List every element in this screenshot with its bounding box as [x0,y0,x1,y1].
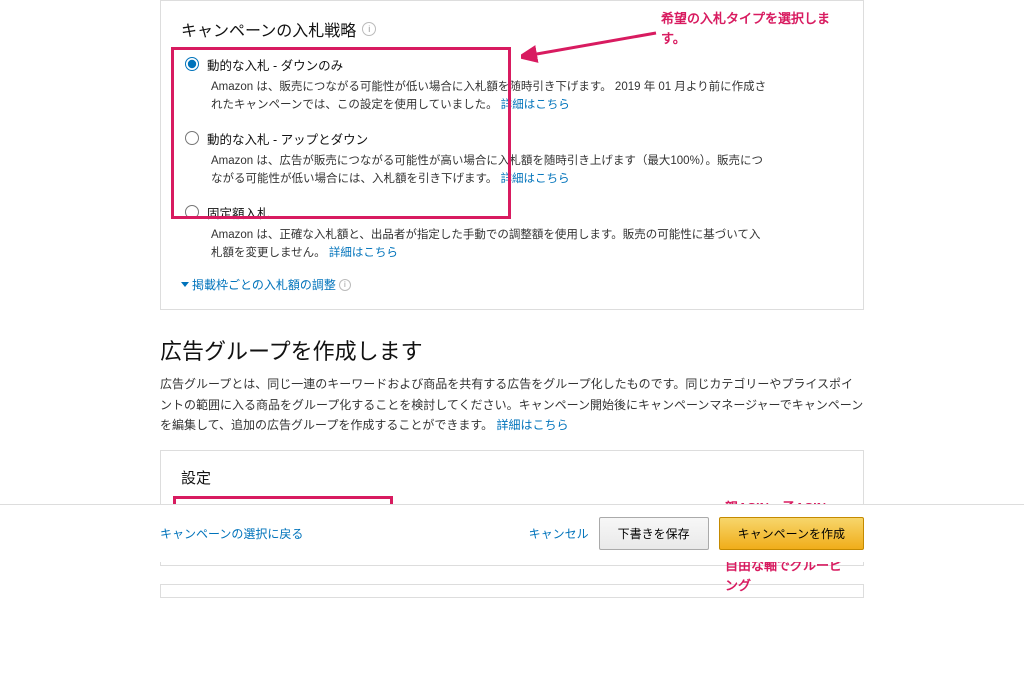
bid-option-down-only[interactable]: 動的な入札 - ダウンのみ Amazon は、販売につながる可能性が低い場合に入… [181,55,843,115]
bid-option-up-down[interactable]: 動的な入札 - アップとダウン Amazon は、広告が販売につながる可能性が高… [181,129,843,189]
create-campaign-button[interactable]: キャンペーンを作成 [719,517,864,550]
radio-desc-text: Amazon は、正確な入札額と、出品者が指定した手動での調整額を使用します。販… [211,229,760,259]
radio-label: 動的な入札 - ダウンのみ [207,55,343,74]
radio-fixed[interactable] [185,205,199,219]
ad-group-desc: 広告グループとは、同じ一連のキーワードおよび商品を共有する広告をグループ化したも… [160,374,864,435]
learn-more-link[interactable]: 詳細はこちら [501,173,570,185]
radio-up-down[interactable] [185,131,199,145]
bid-option-fixed[interactable]: 固定額入札 Amazon は、正確な入札額と、出品者が指定した手動での調整額を使… [181,203,843,263]
back-to-campaign-link[interactable]: キャンペーンの選択に戻る [160,527,303,541]
radio-label: 動的な入札 - アップとダウン [207,129,368,148]
info-icon[interactable]: i [362,22,376,36]
radio-desc-text: Amazon は、広告が販売につながる可能性が高い場合に入札額を随時引き上げます… [211,155,763,185]
bid-radio-group: 動的な入札 - ダウンのみ Amazon は、販売につながる可能性が低い場合に入… [181,55,843,262]
radio-desc: Amazon は、広告が販売につながる可能性が高い場合に入札額を随時引き上げます… [211,152,771,189]
settings-title: 設定 [181,467,843,488]
bidding-title-text: キャンペーンの入札戦略 [181,17,356,41]
chevron-down-icon [181,282,189,287]
learn-more-link[interactable]: 詳細はこちら [496,418,568,432]
annotation-bid-type: 希望の入札タイプを選択します。 [661,9,843,48]
learn-more-link[interactable]: 詳細はこちら [329,247,398,259]
expander-label: 掲載枠ごとの入札額の調整 [192,276,336,293]
footer-bar: キャンペーンの選択に戻る キャンセル 下書きを保存 キャンペーンを作成 [0,504,1024,562]
info-icon[interactable]: i [339,279,351,291]
radio-label: 固定額入札 [207,203,270,222]
radio-down-only[interactable] [185,57,199,71]
save-draft-button[interactable]: 下書きを保存 [599,517,709,550]
radio-desc: Amazon は、正確な入札額と、出品者が指定した手動での調整額を使用します。販… [211,226,771,263]
annotation-line2: 自由な軸でグルーピング [725,558,842,593]
ad-group-heading: 広告グループを作成します [160,334,864,366]
cancel-button[interactable]: キャンセル [529,525,589,542]
radio-desc: Amazon は、販売につながる可能性が低い場合に入札額を随時引き下げます。 2… [211,78,771,115]
bidding-strategy-panel: キャンペーンの入札戦略 i 希望の入札タイプを選択します。 動的な入札 - ダウ… [160,0,864,310]
radio-desc-text: Amazon は、販売につながる可能性が低い場合に入札額を随時引き下げます。 2… [211,81,766,111]
placement-adjustment-expander[interactable]: 掲載枠ごとの入札額の調整 i [181,276,843,293]
learn-more-link[interactable]: 詳細はこちら [501,99,570,111]
